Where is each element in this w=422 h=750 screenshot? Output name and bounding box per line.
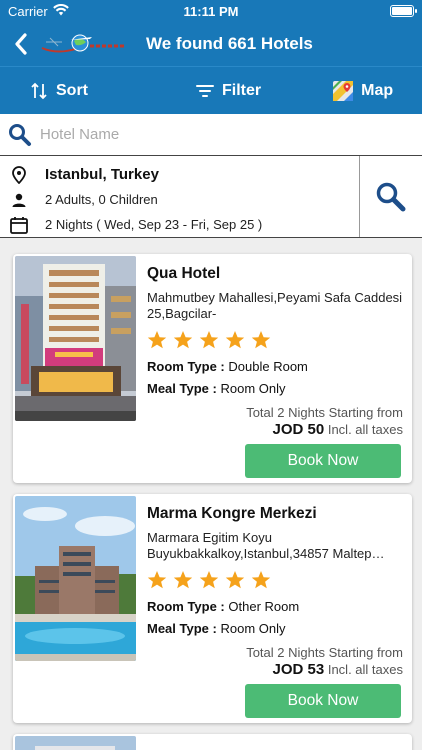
star-rating xyxy=(147,570,403,594)
nav-bar: We found 661 Hotels xyxy=(0,22,422,66)
hotel-address: Marmara Egitim Koyu Buyukbakkalkoy,Istan… xyxy=(147,530,385,561)
hotel-info: Marma Kongre Merkezi Marmara Egitim Koyu… xyxy=(147,502,403,718)
map-icon xyxy=(333,80,354,101)
meal-type-value: Room Only xyxy=(220,381,286,396)
search-icon xyxy=(376,182,406,211)
guests-text: 2 Adults, 0 Children xyxy=(45,192,158,207)
sort-button[interactable]: Sort xyxy=(30,82,88,100)
criteria-search-button[interactable] xyxy=(360,156,422,237)
price-suffix: Incl. all taxes xyxy=(327,422,403,437)
meal-type: Meal Type : Room Only xyxy=(147,618,403,640)
sort-label: Sort xyxy=(56,81,88,99)
hotel-search-bar xyxy=(0,114,422,156)
book-now-button[interactable]: Book Now xyxy=(245,444,401,478)
star-icon xyxy=(199,331,219,349)
price-block: Total 2 Nights Starting from JOD 50 Incl… xyxy=(147,404,403,438)
star-icon xyxy=(251,331,271,349)
hotel-card[interactable]: Qua Hotel Mahmutbey Mahallesi,Peyami Saf… xyxy=(13,254,412,483)
filter-icon xyxy=(196,84,214,97)
price-note: Total 2 Nights Starting from xyxy=(246,645,403,660)
hotel-photo xyxy=(15,496,136,661)
hotel-info: Qua Hotel Mahmutbey Mahallesi,Peyami Saf… xyxy=(147,262,403,478)
star-icon xyxy=(225,571,245,589)
star-icon xyxy=(173,571,193,589)
hotel-photo xyxy=(15,736,136,750)
hotel-name[interactable]: Qua Hotel xyxy=(147,262,403,286)
price-amount: JOD 53 xyxy=(272,661,325,678)
room-type-value: Double Room xyxy=(228,359,308,374)
page-title: We found 661 Hotels xyxy=(146,34,313,53)
battery-icon xyxy=(390,5,417,17)
room-type-label: Room Type : xyxy=(147,599,225,614)
status-bar: Carrier 11:11 PM xyxy=(0,0,422,22)
hotel-card-partial[interactable] xyxy=(13,734,412,750)
criteria-summary[interactable]: Istanbul, Turkey 2 Adults, 0 Children 2 … xyxy=(0,156,360,237)
price-line: JOD 50 Incl. all taxes xyxy=(147,421,403,438)
meal-type-label: Meal Type : xyxy=(147,381,217,396)
star-rating xyxy=(147,330,403,354)
room-type: Room Type : Double Room xyxy=(147,356,403,378)
hotel-name-input[interactable] xyxy=(40,126,400,143)
room-type: Room Type : Other Room xyxy=(147,596,403,618)
price-suffix: Incl. all taxes xyxy=(327,662,403,677)
dates-text: 2 Nights ( Wed, Sep 23 - Fri, Sep 25 ) xyxy=(45,217,263,232)
filter-button[interactable]: Filter xyxy=(196,82,261,100)
meal-type-value: Room Only xyxy=(220,621,286,636)
status-left: Carrier xyxy=(8,3,69,19)
search-icon xyxy=(9,123,31,146)
price-block: Total 2 Nights Starting from JOD 53 Incl… xyxy=(147,644,403,678)
price-amount: JOD 50 xyxy=(272,421,325,438)
meal-type-label: Meal Type : xyxy=(147,621,217,636)
guests-row: 2 Adults, 0 Children xyxy=(0,187,359,212)
meal-type: Meal Type : Room Only xyxy=(147,378,403,400)
room-type-label: Room Type : xyxy=(147,359,225,374)
star-icon xyxy=(147,331,167,349)
hotel-address: Mahmutbey Mahallesi,Peyami Safa Caddesi … xyxy=(147,290,403,321)
book-now-button[interactable]: Book Now xyxy=(245,684,401,718)
price-note: Total 2 Nights Starting from xyxy=(246,405,403,420)
carrier-label: Carrier xyxy=(8,3,48,19)
search-criteria: Istanbul, Turkey 2 Adults, 0 Children 2 … xyxy=(0,156,422,238)
star-icon xyxy=(251,571,271,589)
star-icon xyxy=(173,331,193,349)
chevron-left-icon xyxy=(15,33,27,55)
brand-logo xyxy=(40,32,126,56)
hotel-card[interactable]: Marma Kongre Merkezi Marmara Egitim Koyu… xyxy=(13,494,412,723)
hotel-name[interactable]: Marma Kongre Merkezi xyxy=(147,502,403,526)
map-button[interactable]: Map xyxy=(333,80,394,101)
hotel-photo xyxy=(15,256,136,421)
person-icon xyxy=(10,193,28,207)
location-text: Istanbul, Turkey xyxy=(45,166,159,183)
dates-row: 2 Nights ( Wed, Sep 23 - Fri, Sep 25 ) xyxy=(0,212,359,237)
location-row: Istanbul, Turkey xyxy=(0,162,359,187)
star-icon xyxy=(199,571,219,589)
results-toolbar: Sort Filter Map xyxy=(0,66,422,114)
sort-icon xyxy=(31,82,47,99)
wifi-icon xyxy=(52,3,69,19)
room-type-value: Other Room xyxy=(228,599,300,614)
calendar-icon xyxy=(10,216,28,234)
map-label: Map xyxy=(361,81,394,99)
location-pin-icon xyxy=(10,165,28,184)
filter-label: Filter xyxy=(222,81,262,99)
star-icon xyxy=(225,331,245,349)
star-icon xyxy=(147,571,167,589)
price-line: JOD 53 Incl. all taxes xyxy=(147,661,403,678)
back-button[interactable] xyxy=(14,30,34,58)
